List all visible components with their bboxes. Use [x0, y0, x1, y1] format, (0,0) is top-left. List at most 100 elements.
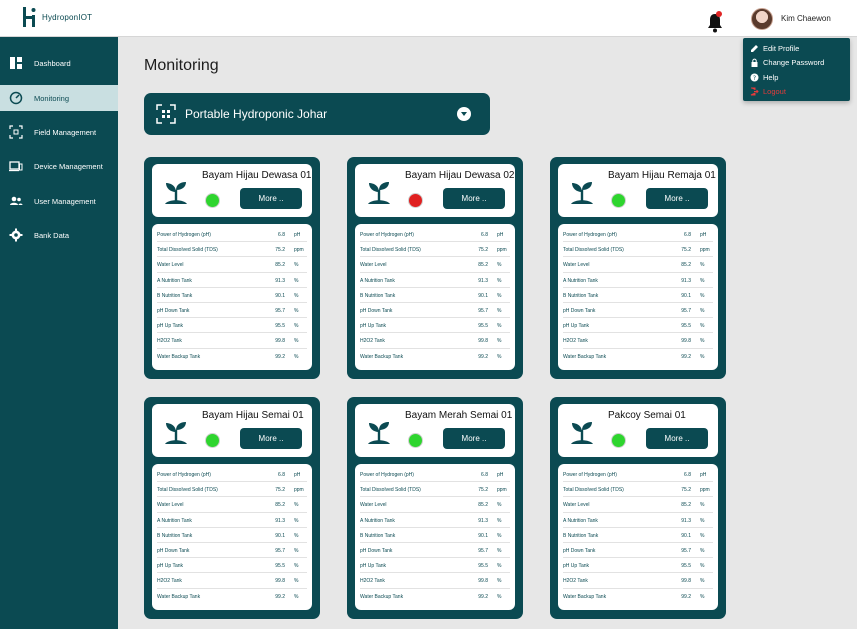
menu-item-edit-profile[interactable]: Edit Profile	[750, 42, 846, 55]
sidebar-item-dashboard[interactable]: Dashboard	[0, 50, 118, 76]
metric-unit: %	[294, 262, 299, 269]
metric-row: B Nutrition Tank 90.1 %	[157, 528, 307, 543]
metric-value: 99.8	[681, 338, 691, 345]
metric-value: 95.5	[478, 323, 488, 330]
metric-unit: %	[497, 532, 502, 539]
menu-item-help[interactable]: ? Help	[750, 71, 846, 84]
metric-value: 75.2	[478, 247, 488, 254]
field-select-dropdown[interactable]: Portable Hydroponic Johar	[144, 93, 490, 135]
metric-row: Power of Hydrogen (pH) 6.8 pH	[360, 227, 510, 243]
metric-value: 99.8	[478, 338, 488, 345]
metric-row: B Nutrition Tank 90.1 %	[563, 288, 713, 303]
hydroponiot-logo-icon[interactable]	[22, 5, 38, 29]
metric-value: 95.5	[681, 563, 691, 570]
logout-icon	[750, 87, 759, 96]
metric-row: Water Backup Tank 99.2 %	[157, 349, 307, 364]
sidebar-item-label: Dashboard	[34, 59, 71, 68]
metric-row: Total Dissolved Solid (TDS) 75.2 ppm	[360, 242, 510, 258]
avatar[interactable]	[751, 8, 773, 30]
metric-row: Power of Hydrogen (pH) 6.8 pH	[157, 227, 307, 243]
metric-value: 95.7	[275, 307, 285, 314]
metric-value: 99.2	[681, 593, 691, 600]
metric-row: A Nutrition Tank 91.3 %	[360, 513, 510, 528]
metric-value: 95.5	[681, 323, 691, 330]
device-card: Bayam Hijau Semai 01 More .. Power of Hy…	[144, 397, 320, 619]
metric-value: 99.8	[275, 338, 285, 345]
metric-row: Water Backup Tank 99.2 %	[563, 349, 713, 364]
metric-label: A Nutrition Tank	[157, 517, 192, 524]
metric-unit: %	[700, 593, 705, 600]
metric-value: 90.1	[478, 292, 488, 299]
card-header: Bayam Hijau Semai 01 More ..	[152, 404, 312, 457]
metric-unit: %	[700, 563, 705, 570]
metric-unit: %	[700, 547, 705, 554]
more-button[interactable]: More ..	[240, 428, 302, 449]
sidebar-item-device-management[interactable]: Device Management	[0, 153, 118, 179]
sidebar-item-user-management[interactable]: User Management	[0, 188, 118, 214]
metric-label: Water Level	[563, 502, 590, 509]
device-card: Bayam Hijau Dewasa 02 More .. Power of H…	[347, 157, 523, 379]
device-card: Bayam Hijau Remaja 01 More .. Power of H…	[550, 157, 726, 379]
metric-label: pH Up Tank	[563, 323, 590, 330]
metric-unit: %	[294, 532, 299, 539]
metric-label: Water Backup Tank	[563, 593, 607, 600]
metric-unit: %	[294, 323, 299, 330]
user-name[interactable]: Kim Chaewon	[781, 14, 831, 23]
metric-row: Total Dissolved Solid (TDS) 75.2 ppm	[157, 482, 307, 498]
menu-item-change-password[interactable]: Change Password	[750, 56, 846, 69]
metric-value: 91.3	[681, 517, 691, 524]
metric-label: pH Down Tank	[360, 547, 393, 554]
more-button[interactable]: More ..	[443, 188, 505, 209]
metric-unit: %	[700, 532, 705, 539]
metric-row: Water Level 85.2 %	[157, 257, 307, 273]
more-button[interactable]: More ..	[646, 428, 708, 449]
metric-unit: ppm	[700, 247, 710, 254]
more-button[interactable]: More ..	[646, 188, 708, 209]
more-button[interactable]: More ..	[240, 188, 302, 209]
metric-row: A Nutrition Tank 91.3 %	[563, 513, 713, 528]
chevron-down-icon[interactable]	[457, 107, 471, 121]
metric-unit: pH	[497, 232, 504, 238]
metric-value: 95.5	[275, 563, 285, 570]
metric-value: 85.2	[681, 502, 691, 509]
sidebar-item-monitoring[interactable]: Monitoring	[0, 85, 118, 111]
card-header: Bayam Hijau Remaja 01 More ..	[558, 164, 718, 217]
field-icon	[9, 125, 23, 139]
metric-label: Total Dissolved Solid (TDS)	[360, 247, 421, 254]
metric-unit: %	[497, 338, 502, 345]
metric-label: A Nutrition Tank	[360, 517, 395, 524]
metric-label: pH Up Tank	[360, 563, 387, 570]
device-card: Pakcoy Semai 01 More .. Power of Hydroge…	[550, 397, 726, 619]
metric-row: Water Backup Tank 99.2 %	[157, 589, 307, 604]
metric-unit: %	[700, 292, 705, 299]
metric-value: 99.8	[478, 578, 488, 585]
metric-unit: %	[497, 353, 502, 360]
plant-sprout-icon	[568, 418, 596, 446]
plant-sprout-icon	[162, 418, 190, 446]
metric-row: Water Level 85.2 %	[360, 497, 510, 513]
status-indicator	[611, 433, 626, 448]
help-icon: ?	[750, 73, 759, 82]
sidebar-item-bank-data[interactable]: Bank Data	[0, 222, 118, 248]
metric-value: 6.8	[481, 472, 488, 478]
field-select-value: Portable Hydroponic Johar	[185, 107, 328, 121]
notification-badge	[716, 11, 722, 17]
metric-row: pH Down Tank 95.7 %	[563, 543, 713, 559]
more-button[interactable]: More ..	[443, 428, 505, 449]
metric-unit: pH	[294, 232, 301, 238]
metric-unit: %	[700, 338, 705, 345]
metric-label: Power of Hydrogen (pH)	[563, 232, 617, 238]
metric-value: 6.8	[481, 232, 488, 238]
metric-unit: %	[294, 593, 299, 600]
metric-row: pH Down Tank 95.7 %	[360, 303, 510, 319]
metric-label: Power of Hydrogen (pH)	[157, 472, 211, 478]
card-header: Pakcoy Semai 01 More ..	[558, 404, 718, 457]
menu-item-logout[interactable]: Logout	[750, 85, 846, 98]
metric-value: 91.3	[478, 517, 488, 524]
sidebar-item-field-management[interactable]: Field Management	[0, 119, 118, 145]
metric-value: 6.8	[278, 232, 285, 238]
metric-unit: ppm	[294, 487, 304, 494]
sidebar-item-label: User Management	[34, 197, 96, 206]
metric-row: pH Down Tank 95.7 %	[157, 543, 307, 559]
metric-label: pH Up Tank	[563, 563, 590, 570]
